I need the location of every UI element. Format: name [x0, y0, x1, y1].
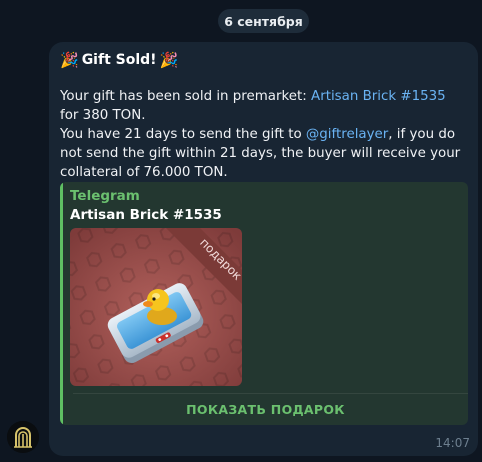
message-text: Your gift has been sold in premarket: Ar…: [60, 87, 468, 182]
bot-avatar-logo-icon[interactable]: [7, 421, 39, 453]
gift-brick-icon: подарок: [70, 228, 242, 386]
date-separator: 6 сентября: [218, 9, 309, 33]
gift-image[interactable]: подарок: [70, 228, 242, 386]
message-title: 🎉 Gift Sold! 🎉: [60, 51, 178, 69]
message-bubble: 🎉 Gift Sold! 🎉 Your gift has been sold i…: [49, 42, 478, 456]
preview-title: Artisan Brick #1535: [70, 207, 222, 223]
message-title-text: Gift Sold!: [81, 52, 157, 68]
gift-link[interactable]: Artisan Brick #1535: [311, 89, 446, 104]
preview-accent-bar: [60, 182, 63, 425]
mention-link[interactable]: @giftrelayer: [306, 127, 388, 142]
preview-site-name: Telegram: [70, 188, 140, 204]
message-line-sold: Your gift has been sold in premarket: Ar…: [60, 87, 468, 125]
link-preview[interactable]: Telegram Artisan Brick #1535 подарок ПОК…: [60, 182, 468, 425]
text-span: for 380 TON.: [60, 108, 146, 123]
text-span: Your gift has been sold in premarket:: [60, 89, 312, 104]
message-time: 14:07: [435, 436, 470, 450]
party-popper-icon: 🎉: [60, 51, 79, 69]
message-line-deadline: You have 21 days to send the gift to @gi…: [60, 125, 468, 182]
show-gift-button[interactable]: ПОКАЗАТЬ ПОДАРОК: [63, 394, 468, 425]
text-span: You have 21 days to send the gift to: [60, 127, 306, 142]
avatar-logo-icon: [7, 421, 39, 453]
party-popper-icon: 🎉: [159, 51, 179, 69]
